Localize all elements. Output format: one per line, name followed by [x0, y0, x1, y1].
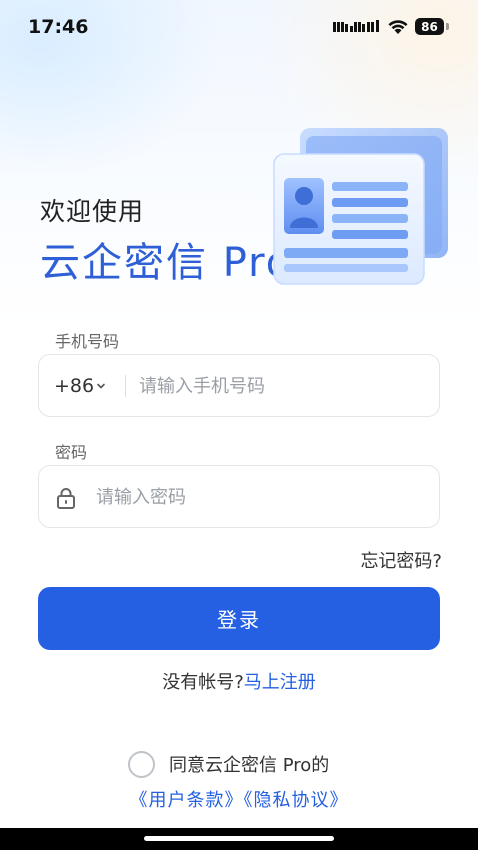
login-button[interactable]: 登录 [38, 587, 440, 650]
signal-icon [333, 20, 379, 32]
status-bar: 17:46 86 [0, 0, 478, 56]
agreement-checkbox[interactable] [128, 750, 155, 778]
battery-cap [446, 23, 449, 30]
home-indicator[interactable] [144, 836, 334, 841]
register-row: 没有帐号?马上注册 [0, 668, 478, 694]
agreement-text: 同意云企密信 Pro的 [169, 755, 330, 776]
country-code-selector[interactable]: +86 [54, 375, 94, 397]
battery-level: 86 [421, 19, 438, 34]
welcome-text: 欢迎使用 [40, 197, 145, 226]
phone-label: 手机号码 [55, 332, 120, 351]
lock-icon [57, 488, 75, 509]
phone-field: +86 [38, 354, 440, 417]
wifi-icon [388, 20, 408, 34]
chevron-down-icon[interactable] [96, 382, 106, 390]
register-prompt: 没有帐号? [162, 672, 244, 693]
phone-input[interactable] [139, 369, 419, 403]
password-field [38, 465, 440, 528]
battery-icon: 86 [415, 18, 444, 35]
password-input[interactable] [96, 480, 416, 514]
agreement-row: 同意云企密信 Pro的 [128, 750, 329, 778]
id-card-illustration [273, 128, 448, 285]
agreement-links[interactable]: 《用户条款》《隐私协议》 [0, 786, 478, 812]
register-link[interactable]: 马上注册 [244, 672, 316, 693]
field-divider [125, 375, 126, 397]
status-time: 17:46 [28, 16, 89, 38]
forgot-password-link[interactable]: 忘记密码? [360, 547, 442, 573]
brand-title: 云企密信 Pro [40, 240, 293, 286]
password-label: 密码 [55, 443, 88, 462]
